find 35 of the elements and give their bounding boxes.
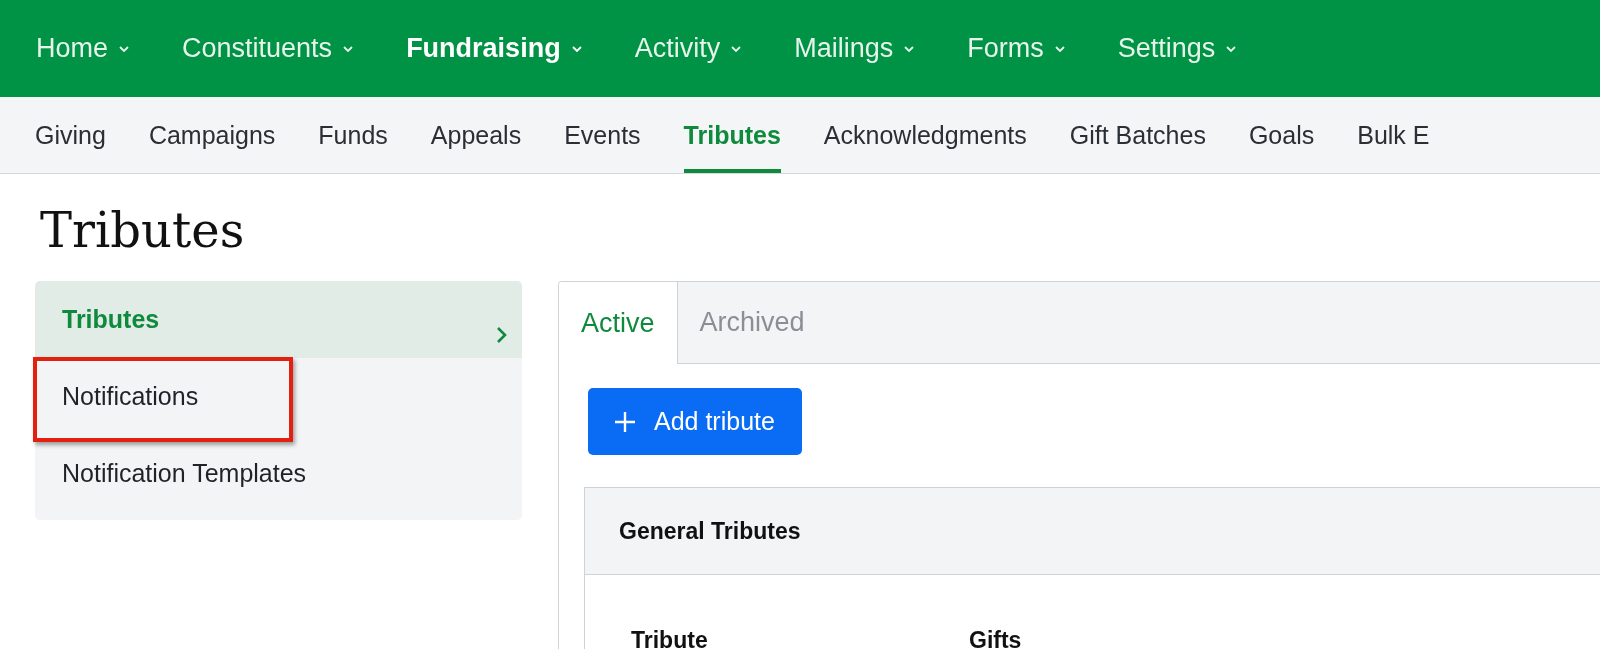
nav-menu-item[interactable]: Mailings — [794, 33, 916, 64]
sub-nav-tab[interactable]: Goals — [1248, 97, 1315, 173]
chevron-down-icon — [1053, 44, 1066, 53]
sub-nav-tab[interactable]: Events — [564, 97, 641, 173]
tab[interactable]: Active — [559, 282, 678, 364]
chevron-down-icon — [570, 44, 583, 53]
sidebar-item[interactable]: Notifications — [35, 358, 522, 435]
column-header: Tribute — [631, 627, 709, 649]
chevron-down-icon — [118, 44, 131, 53]
sub-nav-tab[interactable]: Acknowledgments — [823, 97, 1027, 173]
sub-nav-tab[interactable]: Giving — [35, 97, 106, 173]
sub-nav-tab[interactable]: Gift Batches — [1069, 97, 1206, 173]
sub-nav-tab[interactable]: Bulk E — [1357, 97, 1430, 173]
card-title: General Tributes — [585, 488, 1600, 575]
column-header: Gifts — [969, 627, 1022, 649]
sub-nav-tab[interactable]: Tributes — [683, 97, 781, 173]
add-tribute-button[interactable]: Add tribute — [588, 388, 802, 455]
chevron-down-icon — [730, 44, 743, 53]
sub-nav-tab[interactable]: Appeals — [430, 97, 522, 173]
plus-icon — [614, 410, 636, 433]
chevron-right-icon — [496, 325, 508, 344]
sidebar-item[interactable]: Tributes — [35, 281, 522, 358]
chevron-down-icon — [342, 44, 355, 53]
nav-menu-item[interactable]: Activity — [634, 33, 743, 64]
nav-menu-item[interactable]: Home — [36, 33, 131, 64]
sub-nav-tab[interactable]: Funds — [318, 97, 388, 173]
chevron-down-icon — [903, 44, 916, 53]
nav-menu-item[interactable]: Settings — [1117, 33, 1238, 64]
nav-menu-item[interactable]: Forms — [967, 33, 1066, 64]
chevron-down-icon — [1225, 44, 1238, 53]
nav-menu-item[interactable]: Constituents — [182, 33, 355, 64]
sidebar-item[interactable]: Notification Templates — [35, 435, 522, 512]
sub-nav-tab[interactable]: Campaigns — [148, 97, 276, 173]
nav-menu-item[interactable]: Fundraising — [406, 33, 583, 64]
page-title: Tributes — [39, 201, 246, 252]
